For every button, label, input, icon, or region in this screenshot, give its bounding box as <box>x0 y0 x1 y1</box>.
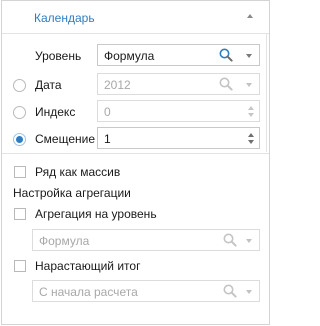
spin-up-icon[interactable] <box>248 106 254 110</box>
series-as-array-checkbox[interactable] <box>14 166 26 178</box>
chevron-down-icon[interactable] <box>246 54 252 58</box>
index-stepper[interactable]: 0 <box>97 100 260 122</box>
date-combobox[interactable]: 2012 <box>97 73 260 95</box>
date-value: 2012 <box>104 78 131 92</box>
level-value: Формула <box>104 49 155 63</box>
level-label: Уровень <box>35 49 82 63</box>
cumulative-total-checkbox[interactable] <box>14 260 26 272</box>
aggregation-level-combobox[interactable]: Формула <box>32 229 260 251</box>
spin-up-icon[interactable] <box>248 133 254 137</box>
offset-stepper[interactable]: 1 <box>97 127 260 149</box>
collapse-icon[interactable] <box>247 14 253 18</box>
aggregation-section-label: Настройка агрегации <box>13 186 131 200</box>
index-radio[interactable] <box>13 106 26 119</box>
cumulative-total-value: С начала расчета <box>39 285 138 299</box>
series-as-array-label: Ряд как массив <box>35 165 121 179</box>
aggregation-to-level-checkbox[interactable] <box>14 208 26 220</box>
search-icon[interactable] <box>223 284 237 298</box>
offset-radio[interactable] <box>13 133 26 146</box>
cumulative-total-label: Нарастающий итог <box>35 259 141 273</box>
index-label: Индекс <box>35 105 76 119</box>
chevron-down-icon[interactable] <box>246 239 252 243</box>
aggregation-level-value: Формула <box>39 234 90 248</box>
search-icon[interactable] <box>223 233 237 247</box>
aggregation-to-level-label: Агрегация на уровень <box>35 207 157 221</box>
offset-label: Смещение <box>35 132 96 146</box>
panel-title: Календарь <box>34 11 95 25</box>
date-radio[interactable] <box>13 79 26 92</box>
offset-value: 1 <box>104 132 111 146</box>
calendar-panel: Календарь Уровень Формула Дата 2012 Инде… <box>1 0 270 325</box>
chevron-down-icon[interactable] <box>246 290 252 294</box>
cumulative-total-combobox[interactable]: С начала расчета <box>32 280 260 302</box>
panel-header[interactable]: Календарь <box>2 1 269 34</box>
vertical-divider <box>266 34 267 152</box>
date-label: Дата <box>35 78 62 92</box>
spin-down-icon[interactable] <box>248 113 254 117</box>
chevron-down-icon[interactable] <box>246 83 252 87</box>
index-value: 0 <box>104 105 111 119</box>
section-divider <box>2 153 269 154</box>
spin-down-icon[interactable] <box>248 140 254 144</box>
search-icon[interactable] <box>219 77 233 91</box>
level-combobox[interactable]: Формула <box>97 44 260 66</box>
search-icon[interactable] <box>219 48 233 62</box>
